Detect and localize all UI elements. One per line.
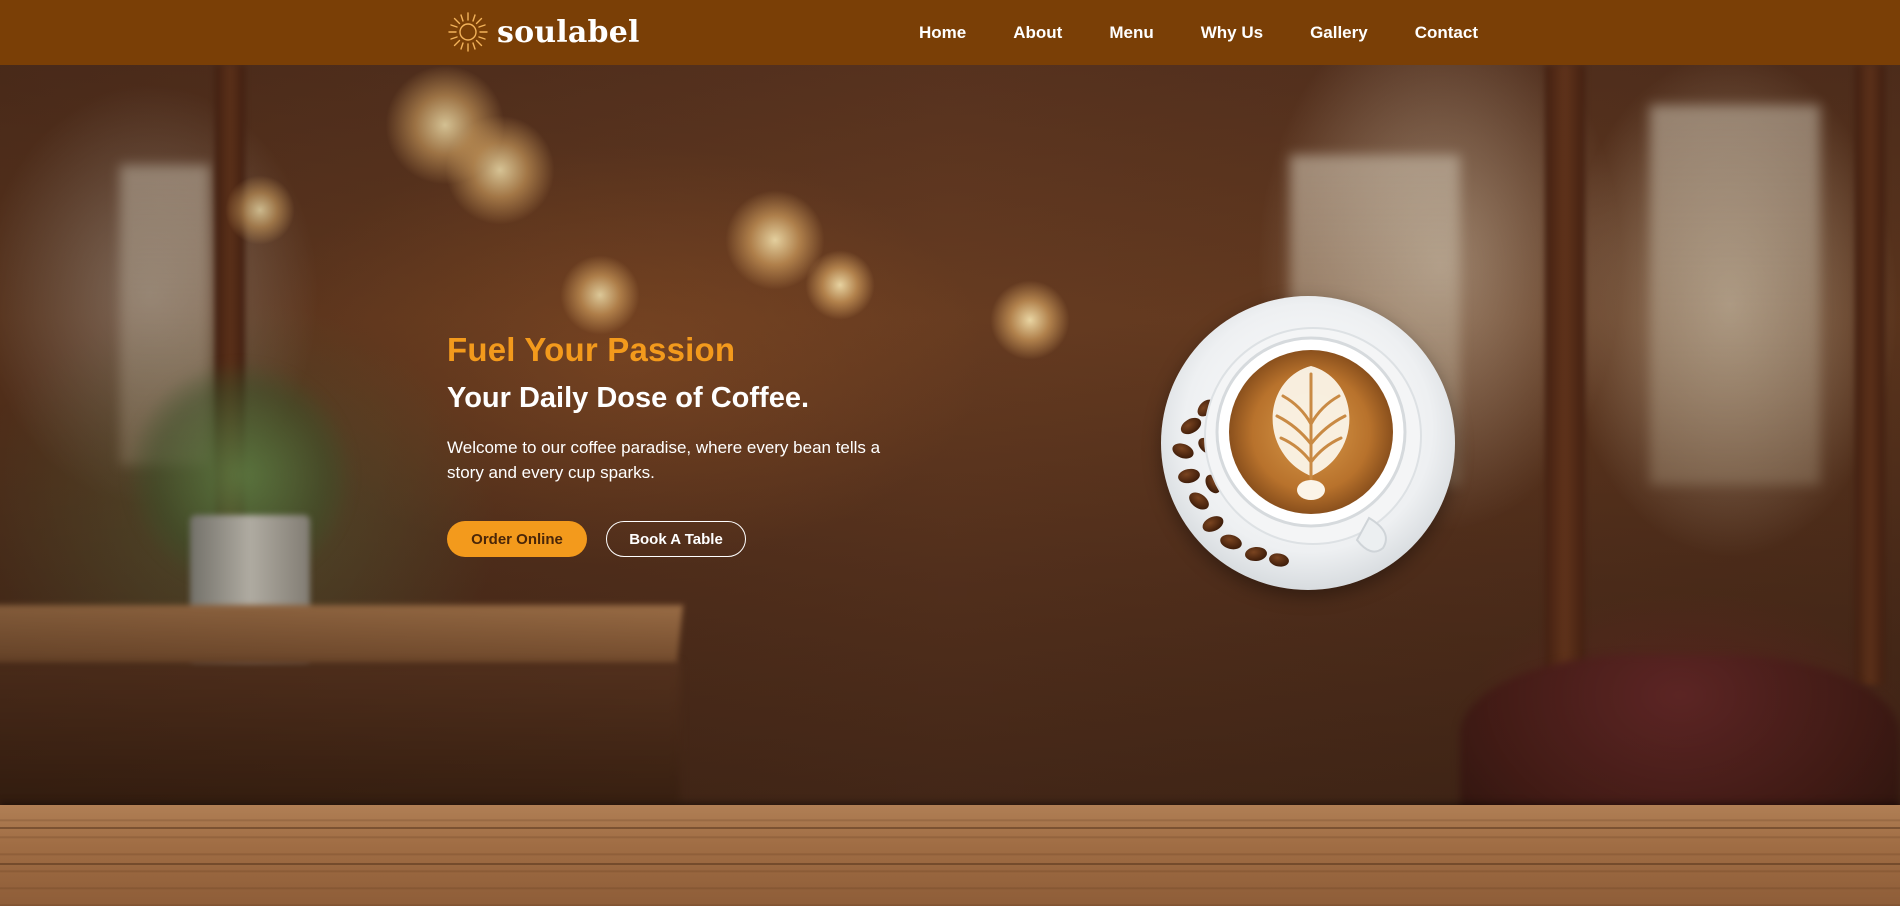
nav-item-gallery: Gallery bbox=[1310, 23, 1368, 43]
nav-item-about: About bbox=[1013, 23, 1062, 43]
background-overlay bbox=[0, 65, 1900, 906]
nav-item-home: Home bbox=[919, 23, 966, 43]
hero-content: Fuel Your Passion Your Daily Dose of Cof… bbox=[447, 330, 927, 557]
sun-icon bbox=[448, 12, 488, 52]
coffee-cup-image bbox=[1161, 296, 1455, 590]
nav-link-why-us[interactable]: Why Us bbox=[1201, 23, 1263, 42]
nav-item-menu: Menu bbox=[1109, 23, 1153, 43]
nav-link-about[interactable]: About bbox=[1013, 23, 1062, 42]
brand-name: soulabel bbox=[497, 14, 640, 50]
nav-link-contact[interactable]: Contact bbox=[1415, 23, 1478, 42]
hero-title: Your Daily Dose of Coffee. bbox=[447, 382, 810, 414]
main-nav: Home About Menu Why Us Gallery Contact bbox=[919, 0, 1478, 65]
nav-link-home[interactable]: Home bbox=[919, 23, 966, 42]
hero-tagline: Fuel Your Passion bbox=[447, 331, 736, 368]
hero-section bbox=[0, 65, 1900, 906]
nav-link-menu[interactable]: Menu bbox=[1109, 23, 1153, 42]
latte-art-icon bbox=[1161, 296, 1455, 590]
wooden-counter bbox=[0, 805, 1900, 906]
nav-item-contact: Contact bbox=[1415, 23, 1478, 43]
counter-grain bbox=[0, 827, 1900, 829]
hero-actions: Order Online Book A Table bbox=[447, 521, 927, 557]
book-a-table-button[interactable]: Book A Table bbox=[606, 521, 746, 557]
order-online-button[interactable]: Order Online bbox=[447, 521, 587, 557]
brand-logo-link[interactable]: soulabel bbox=[447, 10, 640, 54]
nav-link-gallery[interactable]: Gallery bbox=[1310, 23, 1368, 42]
counter-grain bbox=[0, 863, 1900, 865]
navbar: soulabel Home About Menu Why Us Gallery … bbox=[0, 0, 1900, 65]
hero-description: Welcome to our coffee paradise, where ev… bbox=[447, 438, 881, 482]
nav-item-why-us: Why Us bbox=[1201, 23, 1263, 43]
